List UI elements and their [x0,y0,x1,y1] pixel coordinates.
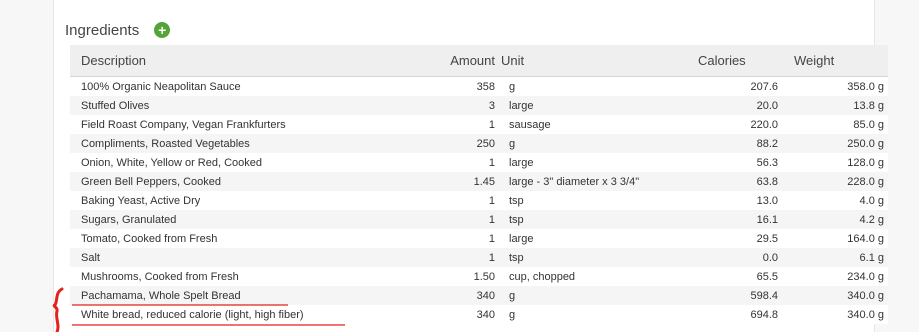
column-header-calories[interactable]: Calories [698,45,778,77]
cell-weight: 4.2 g [778,210,888,229]
cell-unit: sausage [501,115,698,134]
cell-unit: large [501,229,698,248]
ingredients-header: Ingredients + [65,18,171,42]
cell-amount: 1 [406,115,501,134]
cell-unit: tsp [501,210,698,229]
cell-amount: 1 [406,229,501,248]
cell-unit: large [501,96,698,115]
table-row[interactable]: Salt 1 tsp 0.0 6.1 g [70,248,888,267]
column-header-description[interactable]: Description [70,45,406,77]
cell-unit: tsp [501,191,698,210]
cell-unit: g [501,76,698,96]
cell-unit: g [501,286,698,305]
cell-weight: 228.0 g [778,172,888,191]
cell-weight: 6.1 g [778,248,888,267]
cell-weight: 234.0 g [778,267,888,286]
cell-calories: 56.3 [698,153,778,172]
table-row[interactable]: Stuffed Olives 3 large 20.0 13.8 g [70,96,888,115]
table-row[interactable]: Onion, White, Yellow or Red, Cooked 1 larg… [70,153,888,172]
cell-calories: 220.0 [698,115,778,134]
cell-amount: 1.45 [406,172,501,191]
table-row[interactable]: Compliments, Roasted Vegetables 250 g 88.2 2… [70,134,888,153]
cell-calories: 207.6 [698,76,778,96]
cell-weight: 128.0 g [778,153,888,172]
cell-calories: 0.0 [698,248,778,267]
cell-description: White bread, reduced calorie (light, hig… [70,305,406,324]
cell-description: Compliments, Roasted Vegetables [70,134,406,153]
cell-weight: 340.0 g [778,305,888,324]
cell-amount: 1 [406,153,501,172]
cell-calories: 13.0 [698,191,778,210]
cell-amount: 250 [406,134,501,153]
cell-description: Tomato, Cooked from Fresh [70,229,406,248]
cell-description: Baking Yeast, Active Dry [70,191,406,210]
cell-unit: g [501,134,698,153]
cell-description: Stuffed Olives [70,96,406,115]
cell-unit: tsp [501,248,698,267]
cell-weight: 13.8 g [778,96,888,115]
cell-unit: large - 3" diameter x 3 3/4" [501,172,698,191]
cell-weight: 4.0 g [778,191,888,210]
column-header-weight[interactable]: Weight [778,45,888,77]
table-row[interactable]: Field Roast Company, Vegan Frankfurters 1… [70,115,888,134]
table-row[interactable]: Green Bell Peppers, Cooked 1.45 large - 3"… [70,172,888,191]
table-header-row: Description Amount Unit Calories Weight [70,45,888,77]
column-header-unit[interactable]: Unit [501,45,698,77]
cell-amount: 340 [406,286,501,305]
section-title: Ingredients [65,21,140,39]
cell-calories: 20.0 [698,96,778,115]
cell-description: Green Bell Peppers, Cooked [70,172,406,191]
cell-calories: 65.5 [698,267,778,286]
cell-weight: 358.0 g [778,76,888,96]
cell-unit: cup, chopped [501,267,698,286]
cell-description: Pachamama, Whole Spelt Bread [70,286,406,305]
table-row[interactable]: Tomato, Cooked from Fresh 1 large 29.5 164.0… [70,229,888,248]
cell-unit: large [501,153,698,172]
cell-amount: 1 [406,210,501,229]
cell-amount: 1 [406,191,501,210]
add-ingredient-icon[interactable]: + [154,22,171,38]
cell-description: 100% Organic Neapolitan Sauce [70,76,406,96]
cell-calories: 694.8 [698,305,778,324]
column-header-amount[interactable]: Amount [406,45,501,77]
cell-weight: 340.0 g [778,286,888,305]
cell-weight: 85.0 g [778,115,888,134]
cell-description: Onion, White, Yellow or Red, Cooked [70,153,406,172]
cell-unit: g [501,305,698,324]
cell-amount: 1 [406,248,501,267]
cell-description: Salt [70,248,406,267]
cell-amount: 1.50 [406,267,501,286]
table-row[interactable]: Baking Yeast, Active Dry 1 tsp 13.0 4.0 g [70,191,888,210]
table-row[interactable]: White bread, reduced calorie (light, hig… [70,305,888,324]
cell-amount: 3 [406,96,501,115]
cell-description: Field Roast Company, Vegan Frankfurters [70,115,406,134]
cell-amount: 340 [406,305,501,324]
cell-description: Sugars, Granulated [70,210,406,229]
cell-weight: 164.0 g [778,229,888,248]
cell-calories: 16.1 [698,210,778,229]
table-row[interactable]: Mushrooms, Cooked from Fresh 1.50 cup, cho… [70,267,888,286]
cell-weight: 250.0 g [778,134,888,153]
table-row[interactable]: Pachamama, Whole Spelt Bread 340 g 598.4 340… [70,286,888,305]
cell-description: Mushrooms, Cooked from Fresh [70,267,406,286]
cell-calories: 88.2 [698,134,778,153]
table-row[interactable]: Sugars, Granulated 1 tsp 16.1 4.2 g [70,210,888,229]
cell-calories: 29.5 [698,229,778,248]
ingredients-table: Description Amount Unit Calories Weight … [70,45,888,324]
table-row[interactable]: 100% Organic Neapolitan Sauce 358 g 207.6 35… [70,76,888,96]
cell-calories: 63.8 [698,172,778,191]
cell-calories: 598.4 [698,286,778,305]
cell-amount: 358 [406,76,501,96]
